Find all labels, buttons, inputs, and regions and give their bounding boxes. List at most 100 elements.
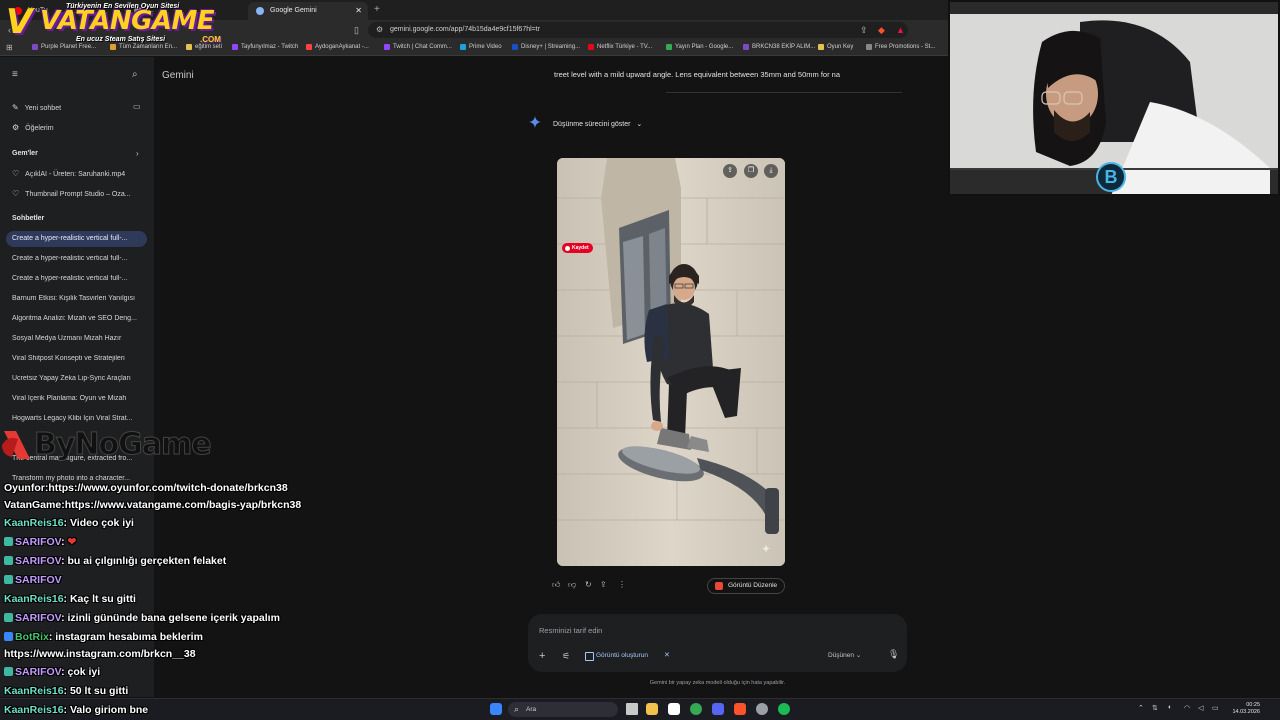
streamer-logo-badge: B: [1096, 162, 1126, 192]
address-bar[interactable]: ⚙ gemini.google.com/app/74b15da4e9cf15f6…: [368, 22, 908, 38]
create-image-chip[interactable]: Görüntü oluşturun: [584, 649, 648, 663]
gem-item[interactable]: ♡ AçıklAI - Üreten: Saruhanki.mp4: [12, 169, 142, 178]
site-info-icon[interactable]: ⚙: [376, 22, 383, 38]
thumbs-down-icon[interactable]: 👎︎: [568, 580, 576, 590]
discord-icon[interactable]: [712, 703, 724, 715]
chat-message: KaanReis16: Video çok iyi: [4, 517, 134, 529]
bookmark-item[interactable]: Free Promotions - St...: [866, 40, 935, 55]
thumbs-up-icon[interactable]: 👍︎: [552, 580, 560, 590]
pinterest-save-button[interactable]: Kaydet: [562, 243, 593, 253]
chat-item[interactable]: Sosyal Medya Uzmanı Mizah Hazır: [12, 335, 142, 342]
chat-item[interactable]: Ücretsiz Yapay Zeka Lip-Sync Araçları: [12, 375, 142, 382]
new-tab-button[interactable]: +: [374, 4, 380, 15]
chrome-icon[interactable]: [690, 703, 702, 715]
obs-icon[interactable]: [756, 703, 768, 715]
generated-photo: [557, 158, 785, 566]
search-icon[interactable]: ⌕: [132, 69, 138, 80]
chat-message: SARIFOV: [4, 574, 62, 586]
gemini-spark-icon: [529, 116, 541, 128]
chat-item[interactable]: Barnum Etkisi: Kişilik Tasvirleri Yanılg…: [12, 295, 142, 302]
chat-message: https://www.instagram.com/brkcn__38: [4, 648, 196, 660]
tray-overflow-icon[interactable]: ⌃: [1138, 704, 1144, 712]
bookmark-item[interactable]: Prime Video: [460, 40, 502, 55]
tab-google-gemini[interactable]: Google Gemini ✕: [248, 2, 368, 20]
new-chat-button[interactable]: ✎ Yeni sohbet: [12, 103, 132, 112]
clock[interactable]: 00:25 14.03.2026: [1226, 702, 1260, 716]
bookmark-star-icon[interactable]: ▯: [354, 22, 359, 38]
bookmark-item[interactable]: Twitch | Chat Comm...: [384, 40, 452, 55]
task-view-icon[interactable]: [626, 703, 638, 715]
chat-item[interactable]: Viral İçerik Planlama: Oyun ve Mizah: [12, 395, 142, 402]
rewards-icon[interactable]: ▲: [896, 22, 905, 38]
chat-item[interactable]: Hogwarts Legacy Klibi İçin Viral Strat..…: [12, 415, 142, 422]
taskbar-search[interactable]: Ara: [508, 702, 618, 717]
brave-shield-icon[interactable]: ◆: [878, 22, 885, 38]
vatangame-logo: V VATANGAME Türkiyenin En Sevilen Oyun S…: [6, 2, 221, 44]
prompt-input[interactable]: Resminizi tarif edin: [539, 626, 602, 635]
chat-item[interactable]: Algoritma Analizi: Mizah ve SEO Deng...: [12, 315, 142, 322]
bookmark-item[interactable]: BRKCN38 EKİP ALIM...: [743, 40, 815, 55]
battery-icon[interactable]: ▭: [1212, 704, 1219, 712]
items-icon: ⚙: [12, 123, 20, 132]
start-icon[interactable]: [490, 703, 502, 715]
remove-chip-icon[interactable]: ✕: [664, 651, 670, 659]
heart-emote-icon: ❤: [67, 536, 77, 548]
bookmark-item[interactable]: AydoganAykanat -...: [306, 40, 369, 55]
menu-icon[interactable]: ≡: [12, 69, 18, 80]
brave-icon[interactable]: [734, 703, 746, 715]
chat-message: SARIFOV: izinli gününde bana gelsene içe…: [4, 612, 280, 624]
tray-app-icon[interactable]: ◐: [1168, 704, 1172, 711]
close-tab-icon[interactable]: ✕: [355, 2, 362, 20]
edit-image-button[interactable]: Görüntü Düzenle: [707, 578, 785, 594]
volume-icon[interactable]: ◁: [1198, 704, 1203, 712]
my-items-link[interactable]: ⚙ Öğelerim: [12, 123, 142, 132]
tools-icon[interactable]: ⚟: [562, 651, 570, 662]
bookmark-item[interactable]: Tayfunyılmaz - Twitch: [232, 40, 298, 55]
subscriber-badge-icon: [4, 613, 13, 622]
microphone-icon[interactable]: 🎙︎: [888, 649, 899, 660]
add-attachment-icon[interactable]: +: [539, 650, 545, 662]
moderator-badge-icon: [4, 632, 13, 641]
generated-image[interactable]: ⇪ ❐ ⤓ Kaydet ✦: [557, 158, 785, 566]
share-icon[interactable]: ⇪: [600, 580, 607, 589]
wifi-icon[interactable]: ◠: [1184, 704, 1190, 712]
show-thinking-toggle[interactable]: Düşünme sürecini göster ⌄: [553, 120, 642, 128]
subscriber-badge-icon: [4, 537, 13, 546]
copy-icon[interactable]: ❐: [744, 164, 758, 178]
subscriber-badge-icon: [4, 575, 13, 584]
download-icon[interactable]: ⤓: [764, 164, 778, 178]
subscriber-badge-icon: [4, 556, 13, 565]
chat-message: SARIFOV: çok iyi: [4, 666, 100, 678]
bookmark-item[interactable]: Yayın Plan - Google...: [666, 40, 733, 55]
chat-item[interactable]: Transform my photo into a character...: [12, 475, 142, 482]
chevron-right-icon[interactable]: ›: [136, 149, 139, 158]
gemini-watermark-icon: ✦: [761, 542, 772, 556]
chat-item[interactable]: Create a hyper-realistic vertical full-.…: [12, 255, 142, 262]
prompt-composer: Resminizi tarif edin + ⚟ Görüntü oluştur…: [528, 614, 907, 672]
bookmark-item[interactable]: Disney+ | Streaming...: [512, 40, 580, 55]
regenerate-icon[interactable]: ↻: [585, 580, 592, 589]
chat-item[interactable]: Viral Shitpost Konsepti ve Stratejileri: [12, 355, 142, 362]
file-explorer-icon[interactable]: [646, 703, 658, 715]
model-mode-selector[interactable]: Düşünen ⌄: [828, 651, 861, 659]
network-icon[interactable]: ⇅: [1152, 704, 1158, 712]
bynogame-mark: [2, 431, 30, 459]
share-icon[interactable]: ⇪: [860, 22, 868, 38]
temporary-chat-icon[interactable]: ▭: [133, 102, 141, 111]
gem-heart-icon: ♡: [12, 189, 20, 198]
copilot-icon[interactable]: [668, 703, 680, 715]
chat-item-active[interactable]: Create a hyper-realistic vertical full-.…: [6, 231, 147, 247]
chat-message: KaanReis16: Valo giriom bne: [4, 704, 149, 716]
chat-item[interactable]: Create a hyper-realistic vertical full-.…: [12, 275, 142, 282]
app-title: Gemini: [162, 70, 194, 81]
gem-item[interactable]: ♡ Thumbnail Prompt Studio – Oza...: [12, 189, 142, 198]
divider: [666, 92, 902, 93]
donate-link-vatangame: VatanGame:https://www.vatangame.com/bagi…: [4, 499, 302, 511]
bookmark-item[interactable]: Netflix Türkiye - TV...: [588, 40, 652, 55]
more-options-icon[interactable]: ⋮: [618, 580, 626, 589]
chevron-down-icon: ⌄: [636, 121, 643, 128]
bookmark-item[interactable]: Oyun Key: [818, 40, 853, 55]
spotify-icon[interactable]: [778, 703, 790, 715]
disclaimer: Gemini bir yapay zeka modeli olduğu için…: [649, 680, 786, 686]
share-icon[interactable]: ⇪: [723, 164, 737, 178]
